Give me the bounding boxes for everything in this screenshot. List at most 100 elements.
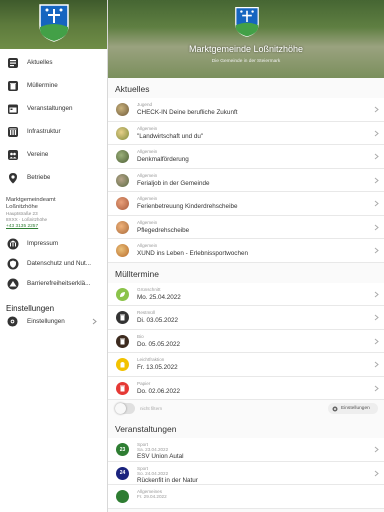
sidebar-header-image bbox=[0, 0, 107, 49]
sidebar-item-muelltermine[interactable]: Müllermine bbox=[0, 76, 107, 95]
news-icon bbox=[6, 56, 19, 69]
people-icon bbox=[6, 148, 19, 161]
calendar-icon bbox=[6, 102, 19, 115]
list-item[interactable]: 24 Sport So. 24.04.2022 Rückenfit in der … bbox=[108, 461, 384, 485]
address-name-line1: Marktgemeindeamt bbox=[6, 197, 56, 203]
sidebar-item-datenschutz[interactable]: Datenschutz und Nut... bbox=[0, 254, 107, 273]
item-date: Do. 02.06.2022 bbox=[137, 387, 181, 395]
hero-subtitle: Die Gemeinde in der Steiermark bbox=[211, 59, 281, 64]
sidebar-item-infrastruktur[interactable]: Infrastruktur bbox=[0, 122, 107, 141]
filter-toggle[interactable] bbox=[115, 403, 135, 414]
chevron-right-icon bbox=[374, 338, 379, 344]
item-category: Papier bbox=[137, 380, 151, 386]
leaf-icon bbox=[116, 287, 129, 301]
sidebar-item-label: Aktuelles bbox=[27, 59, 53, 66]
institution-icon bbox=[6, 237, 19, 250]
item-title: Ferialjob in der Gemeinde bbox=[137, 179, 210, 187]
chevron-right-icon bbox=[374, 177, 379, 183]
sidebar-nav: Aktuelles Müllermine Veranstaltungen Inf… bbox=[0, 53, 107, 187]
news-list: Jugend CHECK-IN Deine berufliche Zukunft… bbox=[108, 98, 384, 263]
list-item[interactable]: Leichtfraktion Fr. 13.05.2022 bbox=[108, 353, 384, 377]
main-content: Marktgemeinde Loßnitzhöhe Die Gemeinde i… bbox=[108, 0, 384, 512]
chevron-right-icon bbox=[374, 224, 379, 230]
list-item[interactable]: Allgemein XUND ins Leben - Erlebnissport… bbox=[108, 239, 384, 263]
date-badge: 23 bbox=[116, 443, 129, 456]
item-category: Allgemein bbox=[137, 125, 158, 131]
chevron-right-icon bbox=[374, 314, 379, 321]
item-title: Denkmalförderung bbox=[137, 156, 189, 163]
sidebar-item-impressum[interactable]: Impressum bbox=[0, 234, 107, 253]
municipality-address: Marktgemeindeamt Loßnitzhöhe Hauptstraße… bbox=[0, 191, 107, 230]
sidebar-item-betriebe[interactable]: Betriebe bbox=[0, 168, 107, 187]
thumbnail bbox=[116, 220, 129, 234]
list-item[interactable]: Allgemein Ferialjob in der Gemeinde bbox=[108, 168, 384, 192]
shield-icon bbox=[6, 257, 19, 270]
sidebar-item-einstellungen[interactable]: Einstellungen bbox=[0, 313, 107, 329]
phone-link[interactable]: +43 3135 2257 bbox=[6, 223, 101, 230]
coat-of-arms-icon bbox=[235, 7, 259, 38]
item-category: Allgemein bbox=[137, 243, 158, 248]
list-item[interactable]: Jugend CHECK-IN Deine berufliche Zukunft bbox=[108, 98, 384, 122]
list-item[interactable]: Grünschnitt Mo. 25.04.2022 bbox=[108, 282, 384, 306]
chevron-right-icon bbox=[374, 130, 379, 136]
event-date: So. 24.04.2022 bbox=[137, 470, 169, 476]
paper-bin-icon bbox=[116, 381, 129, 395]
settings-chip-label: Einstellungen bbox=[341, 406, 370, 411]
list-item[interactable]: Restmüll Di. 03.05.2022 bbox=[108, 306, 384, 330]
sidebar-item-label: Betriebe bbox=[27, 174, 51, 181]
sidebar-item-vereine[interactable]: Vereine bbox=[0, 145, 107, 164]
item-date: Do. 05.05.2022 bbox=[137, 340, 181, 348]
thumbnail bbox=[116, 197, 129, 210]
item-category: Bio bbox=[137, 333, 144, 339]
thumbnail bbox=[116, 150, 129, 163]
list-item[interactable]: Bio Do. 05.05.2022 bbox=[108, 329, 384, 353]
section-title-veranstaltungen: Veranstaltungen bbox=[108, 418, 384, 438]
waste-filter-bar: nicht filtern Einstellungen bbox=[108, 400, 384, 418]
trash-bin-icon bbox=[116, 311, 129, 324]
item-category: Jugend bbox=[137, 102, 153, 107]
sidebar-item-label: Impressum bbox=[27, 240, 59, 247]
address-name-line2: Loßnitzhöhe bbox=[6, 204, 38, 210]
chevron-right-icon bbox=[374, 106, 379, 113]
chevron-right-icon bbox=[92, 318, 97, 325]
item-title: "Landwirtschaft und du" bbox=[137, 132, 204, 140]
chevron-right-icon bbox=[374, 153, 379, 160]
sidebar-item-aktuelles[interactable]: Aktuelles bbox=[0, 53, 107, 72]
item-category: Grünschnitt bbox=[137, 286, 161, 292]
item-date: Mo. 25.04.2022 bbox=[137, 293, 181, 301]
hero-title: Marktgemeinde Loßnitzhöhe bbox=[188, 44, 304, 54]
item-title: Ferienbetreuung Kinderdrehscheibe bbox=[137, 203, 238, 210]
section-title-aktuelles: Aktuelles bbox=[108, 78, 384, 98]
item-category: Sport So. 24.04.2022 bbox=[137, 466, 168, 476]
thumbnail bbox=[116, 173, 129, 187]
list-item[interactable]: Allgemein Pflegedrehscheibe bbox=[108, 215, 384, 239]
sidebar-item-label: Datenschutz und Nut... bbox=[27, 260, 92, 267]
list-item[interactable]: Allgemeines Fr. 29.04.2022 bbox=[108, 485, 384, 509]
sidebar-item-barrierefreiheit[interactable]: Barrierefreiheitserklä... bbox=[0, 274, 107, 293]
building-icon bbox=[6, 125, 19, 138]
sidebar-item-label: Barrierefreiheitserklä... bbox=[27, 280, 91, 287]
sidebar-item-veranstaltungen[interactable]: Veranstaltungen bbox=[0, 99, 107, 118]
gear-icon bbox=[332, 406, 338, 411]
chevron-right-icon bbox=[374, 361, 379, 368]
list-item[interactable]: Allgemein Ferienbetreuung Kinderdrehsche… bbox=[108, 192, 384, 216]
item-category: Allgemein bbox=[137, 219, 158, 225]
item-date: Fr. 13.05.2022 bbox=[137, 364, 178, 371]
sidebar-item-label: Veranstaltungen bbox=[27, 105, 73, 112]
list-item[interactable]: Allgemein Denkmalförderung bbox=[108, 145, 384, 169]
chevron-right-icon bbox=[374, 291, 379, 297]
list-item[interactable]: 23 Sport Sa. 23.04.2022 ESV Union Autal bbox=[108, 438, 384, 462]
sidebar: Aktuelles Müllermine Veranstaltungen Inf… bbox=[0, 0, 108, 512]
thumbnail bbox=[116, 126, 129, 140]
hero-banner: Marktgemeinde Loßnitzhöhe Die Gemeinde i… bbox=[108, 0, 384, 78]
chevron-right-icon bbox=[374, 470, 379, 476]
list-item[interactable]: Allgemein "Landwirtschaft und du" bbox=[108, 121, 384, 145]
list-item[interactable]: Papier Do. 02.06.2022 bbox=[108, 376, 384, 400]
accessibility-icon bbox=[6, 277, 19, 290]
location-pin-icon bbox=[6, 171, 19, 184]
waste-settings-button[interactable]: Einstellungen bbox=[328, 403, 378, 414]
event-date: Fr. 29.04.2022 bbox=[137, 494, 167, 499]
item-category: Restmüll bbox=[137, 310, 155, 315]
section-title-muelltermine: Mülltermine bbox=[108, 262, 384, 283]
gear-icon bbox=[6, 315, 19, 328]
